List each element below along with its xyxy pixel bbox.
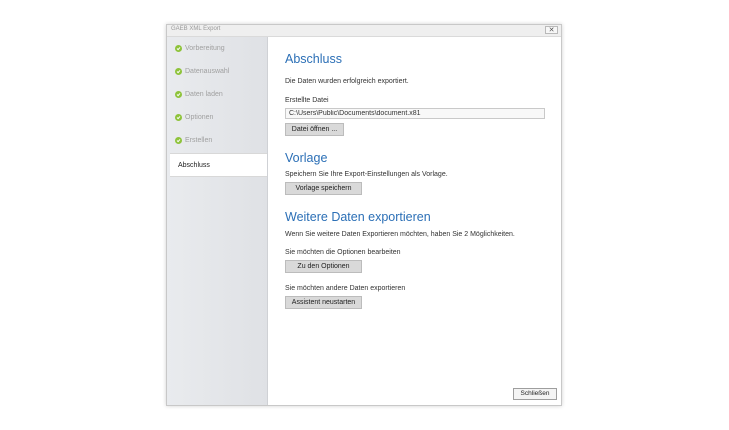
checkmark-icon	[175, 136, 182, 144]
checkmark-icon	[175, 90, 182, 98]
sidebar-item-label: Daten laden	[185, 90, 223, 98]
checkmark-icon	[175, 67, 182, 75]
sidebar-item-vorbereitung[interactable]: Vorbereitung	[170, 37, 266, 59]
checkmark-icon	[175, 113, 182, 121]
sidebar-item-abschluss[interactable]: Abschluss	[170, 153, 267, 177]
sidebar-item-optionen[interactable]: Optionen	[170, 106, 266, 128]
title-bar[interactable]: GAEB XML Export ✕	[167, 25, 561, 37]
section-heading-vorlage: Vorlage	[285, 151, 328, 165]
sidebar-item-label: Optionen	[185, 113, 214, 121]
sidebar-item-label: Erstellen	[185, 136, 213, 144]
created-file-label: Erstellte Datei	[285, 97, 329, 104]
template-message: Speichern Sie Ihre Export-Einstellungen …	[285, 171, 448, 178]
close-button[interactable]: Schließen	[513, 388, 557, 400]
window-close-button[interactable]: ✕	[545, 26, 558, 34]
save-template-button[interactable]: Vorlage speichern	[285, 182, 362, 195]
wizard-steps-sidebar: Vorbereitung Datenauswahl Daten laden Op…	[167, 37, 268, 405]
checkmark-icon	[175, 44, 182, 52]
edit-options-label: Sie möchten die Optionen bearbeiten	[285, 249, 401, 256]
sidebar-item-label: Datenauswahl	[185, 67, 230, 75]
wizard-content: Abschluss Die Daten wurden erfolgreich e…	[268, 37, 561, 405]
created-file-path-field[interactable]	[285, 108, 545, 119]
export-success-message: Die Daten wurden erfolgreich exportiert.	[285, 78, 409, 85]
go-to-options-button[interactable]: Zu den Optionen	[285, 260, 362, 273]
sidebar-item-daten-laden[interactable]: Daten laden	[170, 83, 266, 105]
section-heading-weitere-daten: Weitere Daten exportieren	[285, 210, 431, 224]
sidebar-item-datenauswahl[interactable]: Datenauswahl	[170, 60, 266, 82]
sidebar-item-erstellen[interactable]: Erstellen	[170, 129, 266, 151]
sidebar-item-label: Vorbereitung	[185, 44, 225, 52]
export-other-data-label: Sie möchten andere Daten exportieren	[285, 285, 406, 292]
restart-wizard-button[interactable]: Assistent neustarten	[285, 296, 362, 309]
more-exports-message: Wenn Sie weitere Daten Exportieren möcht…	[285, 231, 515, 238]
section-heading-abschluss: Abschluss	[285, 52, 342, 66]
window-title: GAEB XML Export	[171, 26, 221, 32]
sidebar-item-label: Abschluss	[178, 161, 210, 169]
open-file-button[interactable]: Datei öffnen ...	[285, 123, 344, 136]
export-wizard-window: GAEB XML Export ✕ Vorbereitung Datenausw…	[166, 24, 562, 406]
